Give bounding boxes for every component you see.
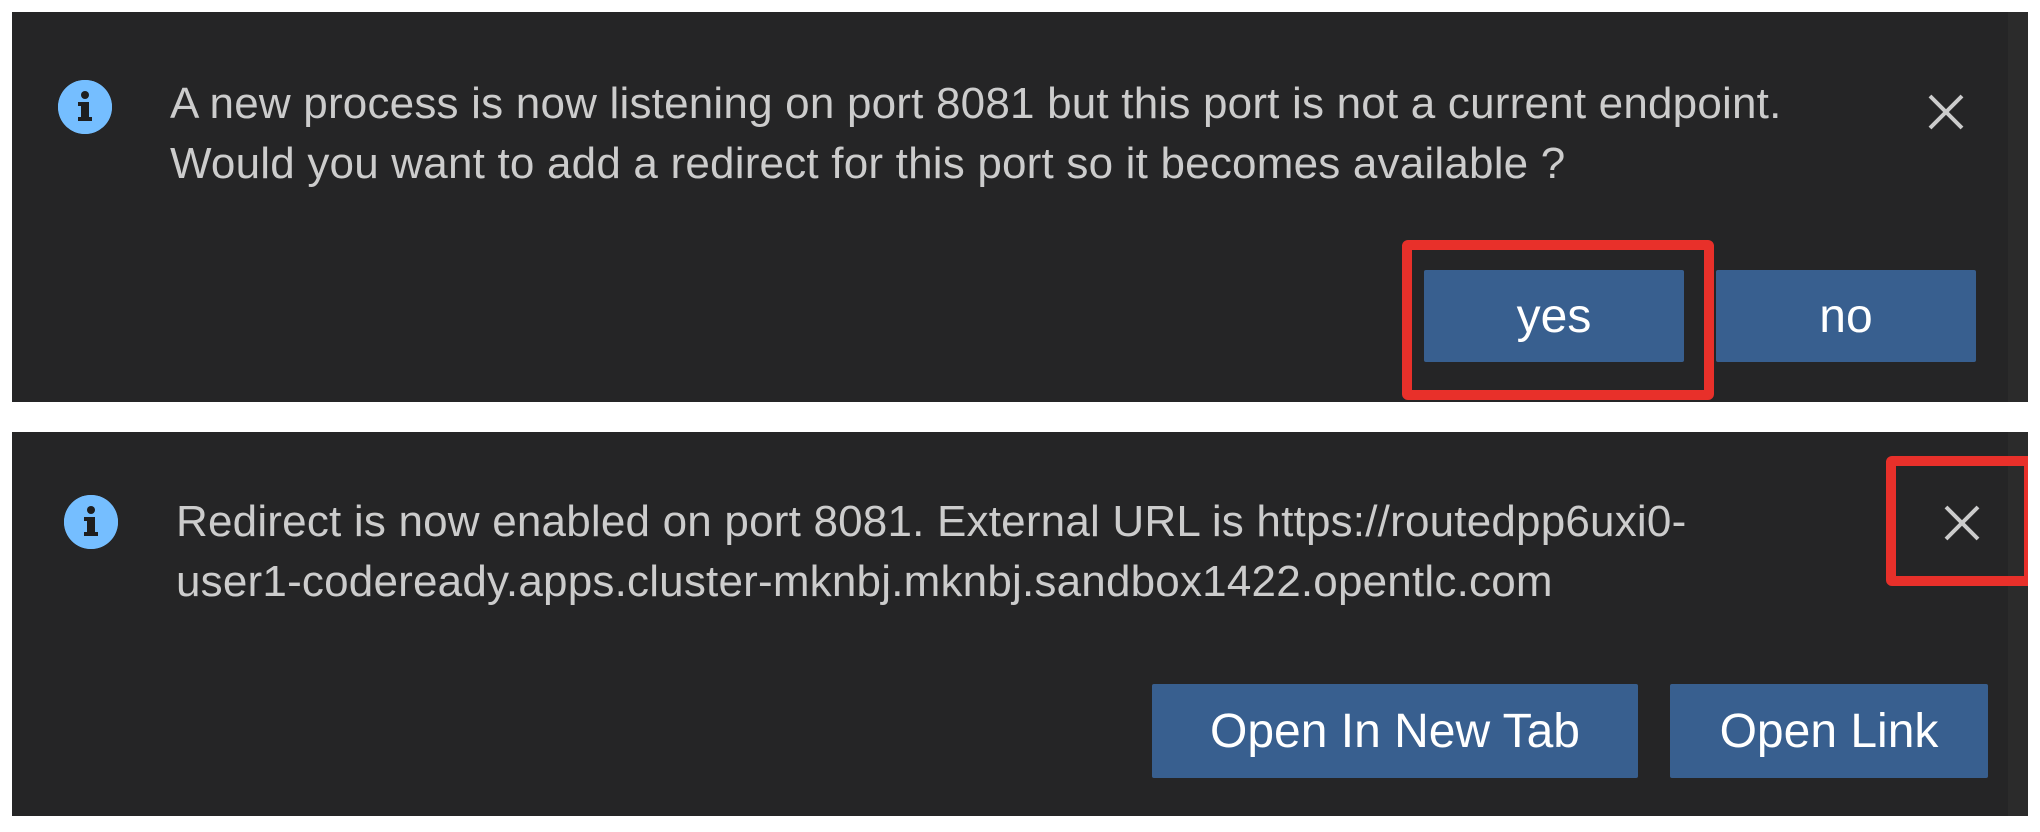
notification-redirect-enabled: Redirect is now enabled on port 8081. Ex… (12, 432, 2028, 816)
info-icon (64, 495, 118, 549)
no-button[interactable]: no (1716, 270, 1976, 362)
notification-toast: Redirect is now enabled on port 8081. Ex… (12, 432, 2028, 816)
close-icon[interactable] (1918, 84, 1974, 140)
notification-message: Redirect is now enabled on port 8081. Ex… (176, 497, 1687, 606)
notification-message: A new process is now listening on port 8… (170, 79, 1782, 188)
info-icon (58, 80, 112, 134)
yes-button[interactable]: yes (1424, 270, 1684, 362)
close-icon[interactable] (1934, 495, 1990, 551)
open-in-new-tab-button[interactable]: Open In New Tab (1152, 684, 1638, 778)
notification-port-listening: A new process is now listening on port 8… (12, 12, 2028, 402)
open-link-button[interactable]: Open Link (1670, 684, 1988, 778)
screenshot-canvas: A new process is now listening on port 8… (0, 0, 2040, 832)
notification-toast: A new process is now listening on port 8… (12, 12, 2008, 402)
